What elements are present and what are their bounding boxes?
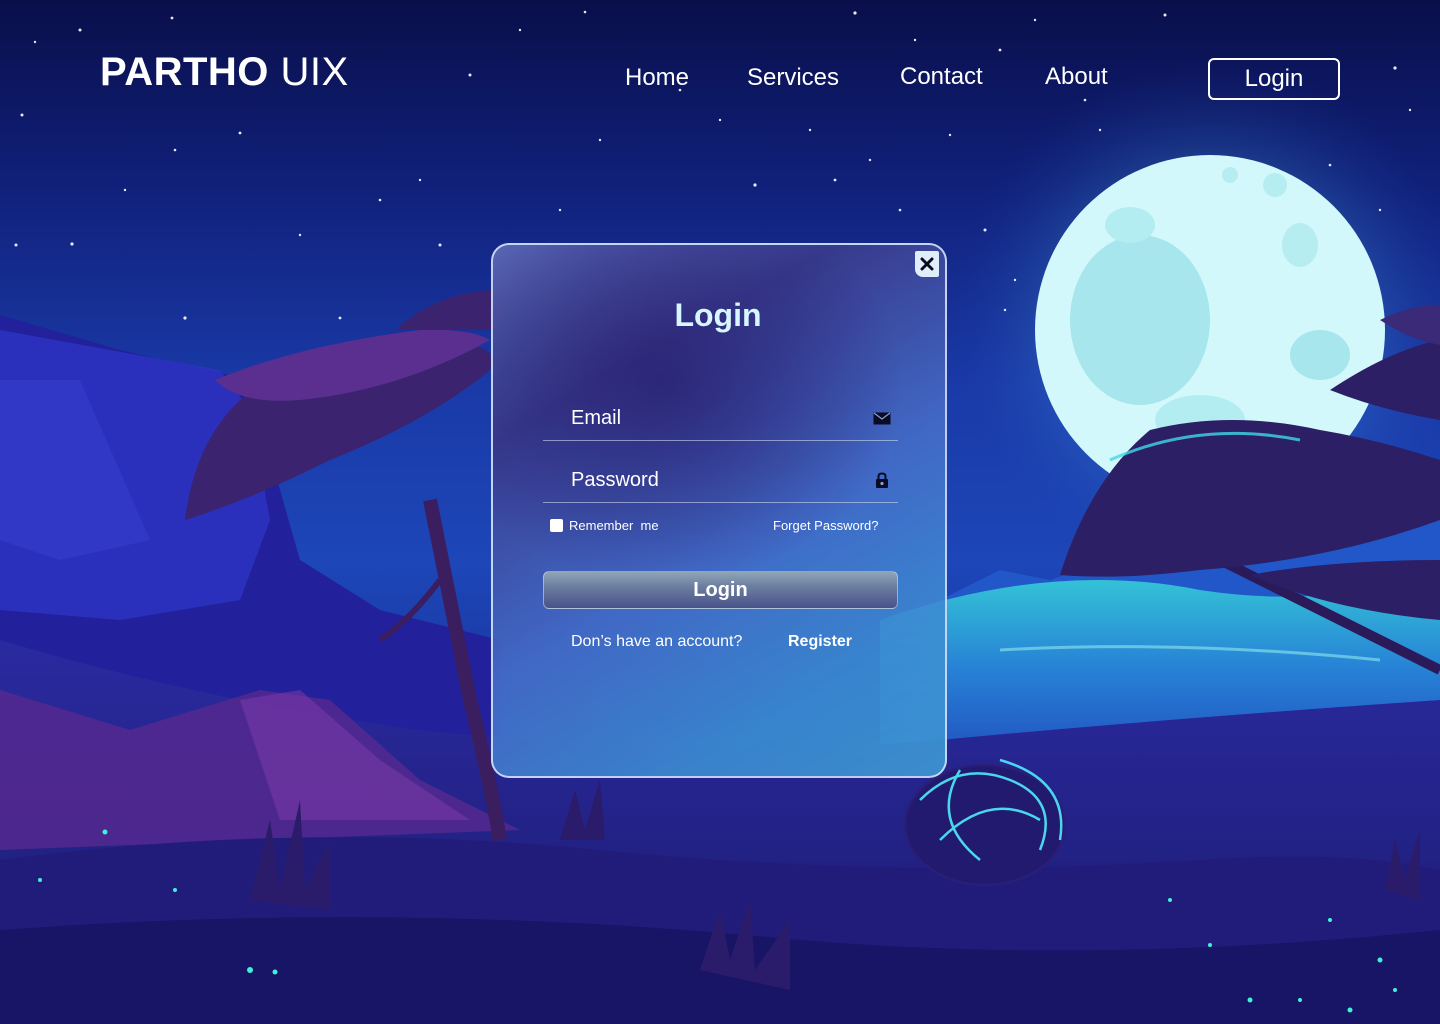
- remember-me-option[interactable]: Remember me: [550, 518, 659, 533]
- forget-password-link[interactable]: Forget Password?: [773, 518, 879, 533]
- nav-services-link[interactable]: Services: [747, 64, 839, 92]
- password-input[interactable]: [569, 464, 863, 496]
- header-login-button[interactable]: Login: [1208, 58, 1340, 100]
- brand-name-strong: PARTHO: [100, 50, 269, 94]
- login-modal: Login Remember me: [491, 243, 947, 778]
- register-link[interactable]: Register: [788, 633, 852, 651]
- nav-contact-link[interactable]: Contact: [900, 63, 983, 91]
- signup-prompt: Don’s have an account?: [571, 633, 743, 650]
- modal-title: Login: [674, 297, 762, 333]
- remember-me-label: Remember me: [569, 518, 659, 533]
- brand-name-light: UIX: [280, 50, 349, 94]
- envelope-icon: [872, 410, 892, 426]
- email-input[interactable]: [569, 402, 863, 434]
- close-icon: [920, 257, 934, 271]
- brand-logo[interactable]: PARTHO UIX: [100, 50, 349, 95]
- nav-about-link[interactable]: About: [1045, 63, 1108, 91]
- remember-me-checkbox[interactable]: [550, 519, 563, 532]
- landing-page: PARTHO UIX Home Services Contact About L…: [0, 0, 1440, 1024]
- lock-icon: [872, 471, 892, 488]
- login-submit-button[interactable]: Login: [543, 571, 898, 609]
- close-button[interactable]: [915, 251, 939, 277]
- nav-home-link[interactable]: Home: [625, 64, 689, 92]
- password-field: [543, 458, 898, 503]
- email-field: [543, 396, 898, 441]
